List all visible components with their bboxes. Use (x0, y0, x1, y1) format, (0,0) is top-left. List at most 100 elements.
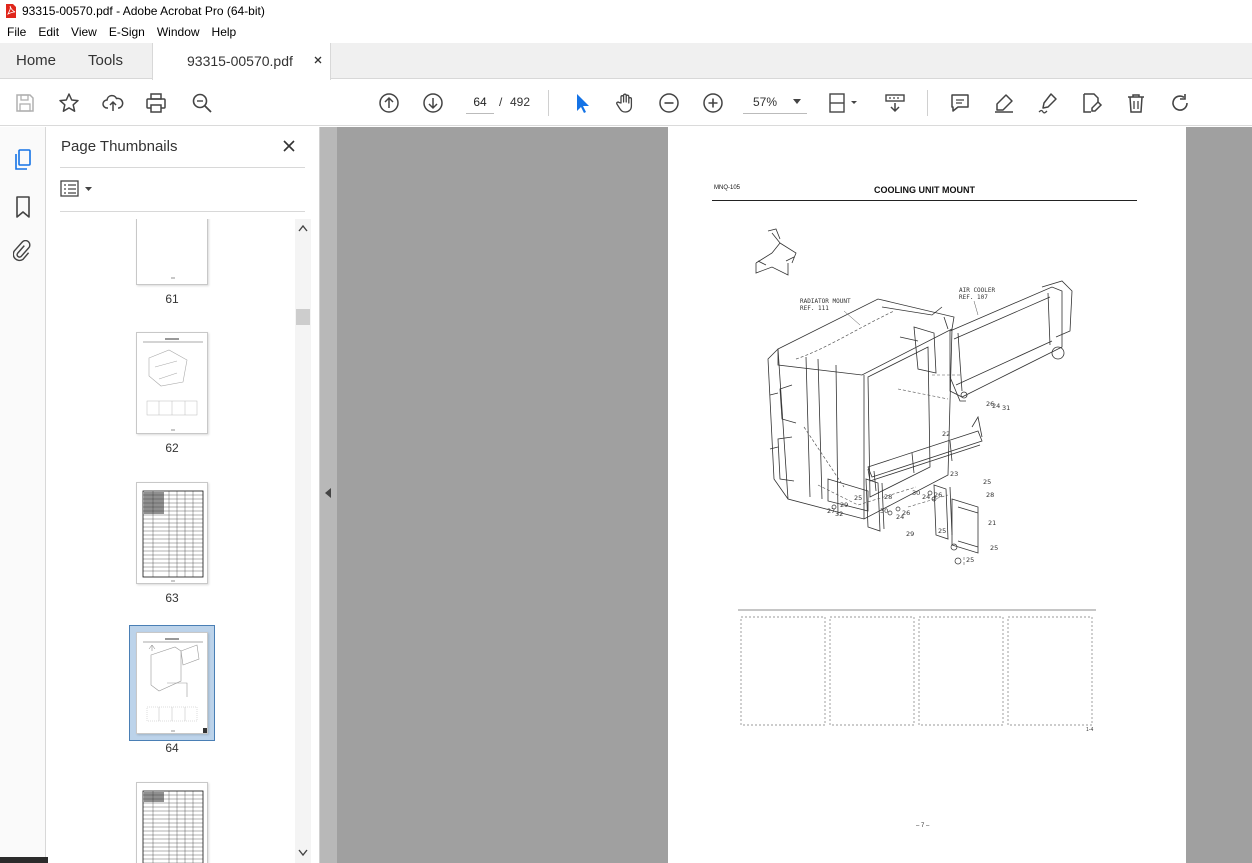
tab-document[interactable]: 93315-00570.pdf (152, 43, 331, 80)
pdf-page: MNQ-105 COOLING UNIT MOUNT RADIATOR MOUN… (668, 127, 1186, 863)
save-button[interactable] (13, 91, 37, 115)
part-number: 26 (986, 400, 994, 408)
upload-icon (102, 94, 124, 111)
rotate-icon (1172, 94, 1188, 111)
zoom-value: 57% (753, 95, 778, 109)
delete-button[interactable] (1124, 91, 1148, 115)
page-thumbnails-icon (15, 149, 31, 170)
scroll-up-icon[interactable] (298, 224, 308, 232)
part-number: 29 (906, 530, 914, 538)
orientation-symbol-icon (755, 228, 797, 276)
menu-help[interactable]: Help (206, 25, 243, 39)
thumbnail-page[interactable] (136, 782, 208, 863)
figure-code: 1-4 (1086, 727, 1094, 733)
part-number: 22 (942, 430, 950, 438)
part-number: 23 (950, 470, 958, 478)
select-tool-button[interactable] (570, 91, 594, 115)
part-number: 25 (938, 527, 946, 535)
page-number-input[interactable] (466, 90, 494, 114)
edit-pdf-icon (1083, 93, 1103, 113)
toolbar-divider (927, 90, 928, 116)
part-number: 28 (986, 491, 994, 499)
tab-bar: Home Tools 93315-00570.pdf (0, 43, 1252, 80)
callout-aircooler-2: REF. 107 (959, 294, 988, 301)
thumbnail-page[interactable] (136, 482, 208, 584)
pdf-file-icon (6, 4, 16, 18)
exploded-parts-drawing: RADIATOR MOUNT REF. 111 AIR COOLER REF. … (738, 228, 1096, 726)
close-icon[interactable] (282, 139, 296, 153)
document-view[interactable]: MNQ-105 COOLING UNIT MOUNT RADIATOR MOUN… (320, 127, 1252, 863)
page-separator: / (499, 95, 503, 109)
page-thumbnails-button[interactable] (10, 147, 36, 173)
part-number: 30 (912, 489, 920, 497)
menu-window[interactable]: Window (151, 25, 206, 39)
sign-icon (1038, 93, 1057, 114)
page-total: 492 (510, 95, 531, 109)
part-number: 26 (934, 491, 942, 499)
menu-view[interactable]: View (65, 25, 103, 39)
zoom-search-icon (192, 93, 212, 113)
comment-button[interactable] (948, 91, 972, 115)
tab-document-label: 93315-00570.pdf (187, 53, 293, 69)
prev-page-icon (379, 93, 399, 113)
toolbar (0, 80, 1252, 126)
rotate-button[interactable] (1168, 91, 1192, 115)
menu-esign[interactable]: E-Sign (103, 25, 151, 39)
scroll-thumb[interactable] (296, 309, 310, 325)
left-rail (0, 127, 46, 863)
thumbnail-options-icon[interactable] (60, 180, 96, 198)
scroll-down-icon[interactable] (298, 849, 308, 857)
collapse-panel-handle[interactable] (320, 127, 337, 863)
prev-page-button[interactable] (377, 91, 401, 115)
tab-home[interactable]: Home (16, 43, 56, 79)
zoom-dropdown[interactable]: 57% (743, 90, 807, 114)
zoom-out-icon (659, 93, 679, 113)
zoom-out-button[interactable] (657, 91, 681, 115)
thumbnail-page[interactable] (136, 219, 208, 285)
thumbnail-preview (142, 790, 204, 863)
chevron-down-icon (793, 99, 801, 104)
select-cursor-icon (577, 94, 589, 113)
part-numbers: 22 23 24 25 26 27 28 29 30 31 32 21 24 2… (827, 400, 1010, 564)
menu-edit[interactable]: Edit (32, 25, 65, 39)
part-number: 25 (990, 544, 998, 552)
window-title: 93315-00570.pdf - Adobe Acrobat Pro (64-… (22, 4, 265, 18)
paperclip-icon (13, 240, 31, 262)
thumbnail-scrollbar[interactable] (295, 219, 311, 863)
thumbnail-page-selected[interactable] (136, 632, 208, 734)
zoom-in-button[interactable] (701, 91, 725, 115)
menu-file[interactable]: File (0, 25, 32, 39)
sign-button[interactable] (1036, 91, 1060, 115)
highlight-button[interactable] (992, 91, 1016, 115)
tab-tools[interactable]: Tools (88, 43, 123, 79)
thumbnail-preview (143, 338, 203, 431)
save-icon (16, 94, 34, 112)
bookmark-icon (16, 196, 30, 218)
next-page-icon (423, 93, 443, 113)
print-button[interactable] (144, 91, 168, 115)
close-tab-icon[interactable] (312, 54, 324, 66)
part-number: 24 (922, 493, 930, 501)
next-page-button[interactable] (421, 91, 445, 115)
page-thumbnails-panel: Page Thumbnails 61 62 63 64 (46, 127, 320, 863)
edit-pdf-button[interactable] (1080, 91, 1104, 115)
page-fit-button[interactable] (827, 91, 861, 115)
upload-button[interactable] (101, 91, 125, 115)
part-number: 25 (983, 478, 991, 486)
panel-title: Page Thumbnails (61, 138, 178, 155)
scroll-mode-button[interactable] (883, 91, 907, 115)
bookmarks-button[interactable] (10, 194, 36, 220)
bookmark-star-icon (59, 93, 79, 112)
part-number: 28 (884, 493, 892, 501)
attachments-button[interactable] (10, 239, 36, 265)
zoom-in-icon (703, 93, 723, 113)
hand-tool-button[interactable] (613, 91, 637, 115)
divider (60, 211, 305, 212)
toolbar-divider (548, 90, 549, 116)
thumbnail-page[interactable] (136, 332, 208, 434)
divider (60, 167, 305, 168)
bookmark-star-button[interactable] (57, 91, 81, 115)
taskbar-edge (0, 857, 48, 863)
find-button[interactable] (190, 91, 214, 115)
part-number: 29 (840, 501, 848, 509)
